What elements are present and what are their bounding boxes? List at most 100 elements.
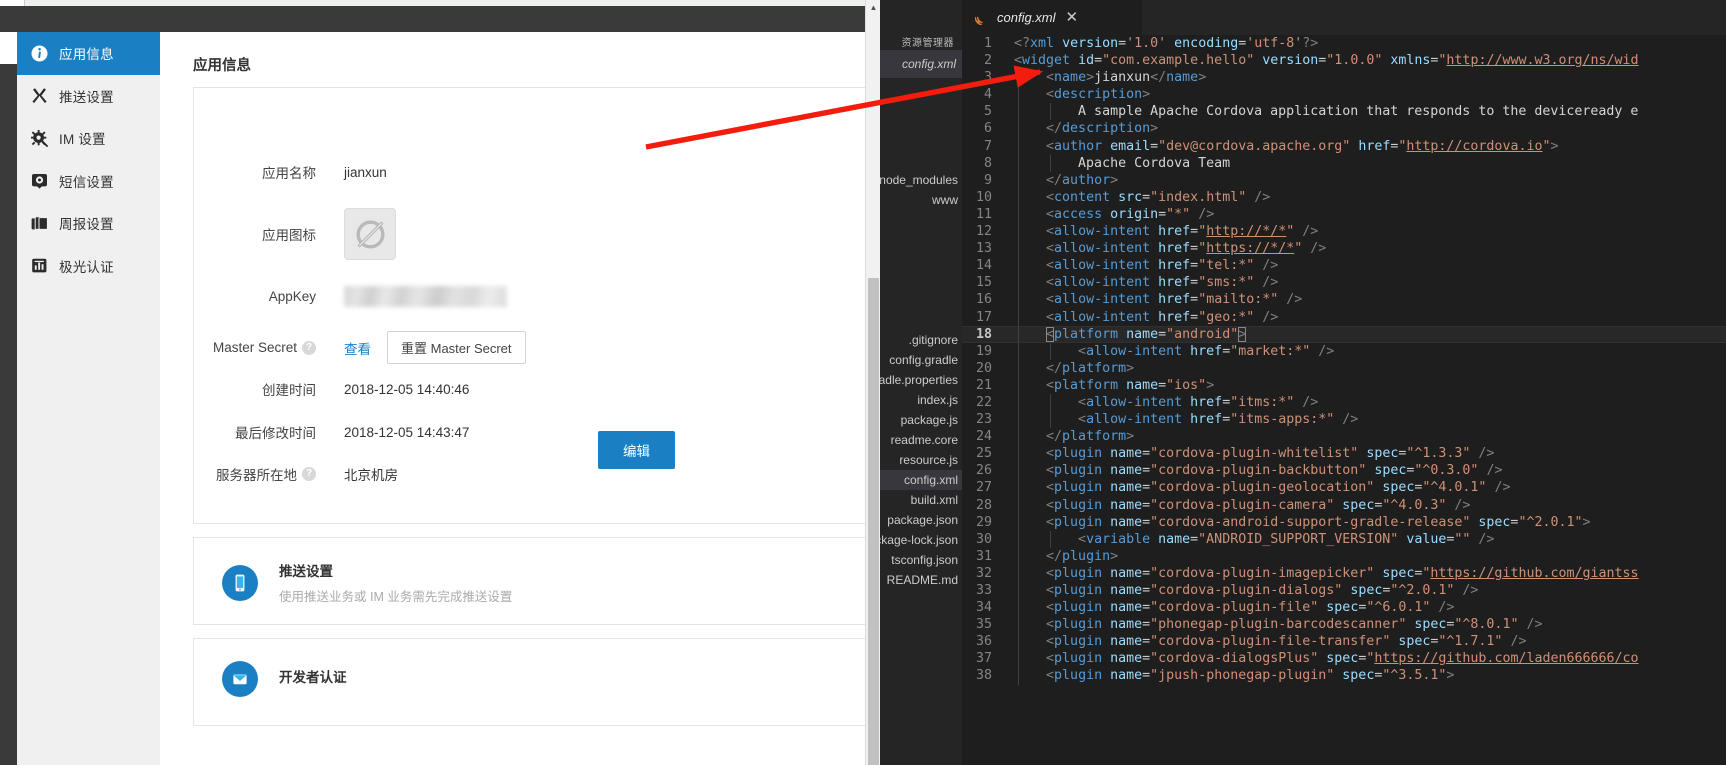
code-line[interactable]: 6 </description> — [962, 120, 1726, 138]
line-number: 23 — [975, 412, 992, 428]
code-line[interactable]: 38 <plugin name="jpush-phonegap-plugin" … — [962, 667, 1726, 685]
code-line[interactable]: 19 <allow-intent href="market:*" /> — [962, 342, 1726, 360]
line-number: 34 — [975, 600, 992, 616]
code-line[interactable]: 11 <access origin="*" /> — [962, 205, 1726, 224]
explorer-item[interactable]: readme.core — [880, 430, 962, 450]
sidebar-item-sms-settings[interactable]: 短信设置 — [17, 160, 160, 203]
code-content: <allow-intent href="tel:*" /> — [1014, 257, 1726, 275]
help-icon[interactable]: ? — [302, 467, 316, 481]
sidebar-item-weekly-report[interactable]: 周报设置 — [17, 202, 160, 245]
code-line[interactable]: 10 <content src="index.html" /> — [962, 188, 1726, 206]
line-number: 18 — [975, 326, 992, 342]
view-master-secret-link[interactable]: 查看 — [344, 338, 371, 358]
code-line[interactable]: 9 </author> — [962, 171, 1726, 189]
explorer-item[interactable]: config.gradle — [880, 350, 962, 370]
code-line[interactable]: 27 <plugin name="cordova-plugin-geolocat… — [962, 479, 1726, 497]
explorer-item[interactable]: tsconfig.json — [880, 550, 962, 570]
line-number: 10 — [975, 189, 992, 205]
field-modified-time: 最后修改时间 2018-12-05 14:43:47 — [194, 422, 469, 442]
code-line[interactable]: 35 <plugin name="phonegap-plugin-barcode… — [962, 616, 1726, 634]
explorer-item[interactable]: package-lock.json — [880, 530, 962, 550]
code-line-current[interactable]: 18 <platform name="android"> — [962, 325, 1726, 343]
info-icon — [31, 45, 48, 62]
code-line[interactable]: 14 <allow-intent href="tel:*" /> — [962, 257, 1726, 275]
explorer-item[interactable]: node_modules — [880, 170, 962, 190]
sidebar-item-push-settings[interactable]: 推送设置 — [17, 75, 160, 118]
code-line[interactable]: 33 <plugin name="cordova-plugin-dialogs"… — [962, 582, 1726, 600]
explorer-open-editor[interactable]: config.xml — [880, 50, 962, 78]
scroll-up-arrow[interactable]: ▲ — [866, 0, 880, 15]
code-line[interactable]: 13 <allow-intent href="https://*/*" /> — [962, 240, 1726, 258]
sidebar-item-im-settings[interactable]: IM 设置 — [17, 117, 160, 160]
code-line[interactable]: 22 <allow-intent href="itms:*" /> — [962, 393, 1726, 412]
code-line[interactable]: 21 <platform name="ios"> — [962, 376, 1726, 394]
code-line[interactable]: 31 </plugin> — [962, 547, 1726, 565]
app-icon-value — [344, 208, 396, 260]
code-line[interactable]: 20 </platform> — [962, 359, 1726, 377]
code-line[interactable]: 15 <allow-intent href="sms:*" /> — [962, 274, 1726, 292]
line-number: 14 — [975, 258, 992, 274]
help-icon[interactable]: ? — [302, 340, 316, 355]
code-line[interactable]: 16 <allow-intent href="mailto:*" /> — [962, 291, 1726, 309]
line-number: 27 — [975, 480, 992, 496]
code-line[interactable]: 3 <name>jianxun</name> — [962, 69, 1726, 87]
app-icon-placeholder[interactable] — [344, 208, 396, 260]
code-line[interactable]: 5 A sample Apache Cordova application th… — [962, 103, 1726, 121]
close-icon[interactable]: ✕ — [1064, 10, 1079, 25]
code-line[interactable]: 4 <description> — [962, 86, 1726, 104]
code-line[interactable]: 12 <allow-intent href="http://*/*" /> — [962, 223, 1726, 241]
field-label: 创建时间 — [262, 383, 316, 398]
scrollbar-thumb[interactable] — [868, 278, 879, 765]
explorer-item[interactable]: index.js — [880, 390, 962, 410]
field-label: 应用名称 — [262, 166, 316, 181]
explorer-item[interactable]: www — [880, 190, 962, 210]
line-number: 15 — [975, 275, 992, 291]
code-line[interactable]: 37 <plugin name="cordova-dialogsPlus" sp… — [962, 650, 1726, 668]
line-number: 32 — [975, 565, 992, 581]
code-line[interactable]: 34 <plugin name="cordova-plugin-file" sp… — [962, 599, 1726, 617]
code-line[interactable]: 29 <plugin name="cordova-android-support… — [962, 513, 1726, 531]
explorer-item[interactable]: resource.js — [880, 450, 962, 470]
line-number: 1 — [983, 36, 992, 51]
code-area[interactable]: 1 <?xml version='1.0' encoding='utf-8'?>… — [962, 35, 1726, 765]
wrench-icon — [31, 87, 48, 104]
explorer-item[interactable]: README.md — [880, 570, 962, 590]
line-number: 13 — [975, 241, 992, 257]
developer-auth-card[interactable]: 开发者认证 — [193, 638, 880, 726]
push-settings-card[interactable]: 推送设置 使用推送业务或 IM 业务需先完成推送设置 — [193, 537, 880, 625]
code-line[interactable]: 2 <widget id="com.example.hello" version… — [962, 52, 1726, 69]
code-line[interactable]: 23 <allow-intent href="itms-apps:*" /> — [962, 411, 1726, 429]
promo-subtitle: 使用推送业务或 IM 业务需先完成推送设置 — [279, 590, 513, 604]
explorer-item[interactable]: package.json — [880, 510, 962, 530]
tab-config-xml[interactable]: config.xml ✕ — [962, 0, 1142, 35]
edit-button[interactable]: 编辑 — [598, 431, 675, 469]
code-line[interactable]: 25 <plugin name="cordova-plugin-whitelis… — [962, 445, 1726, 463]
sidebar-item-label: 应用信息 — [59, 47, 114, 63]
code-line[interactable]: 36 <plugin name="cordova-plugin-file-tra… — [962, 633, 1726, 651]
sidebar-item-app-info[interactable]: 应用信息 — [17, 32, 160, 75]
code-line[interactable]: 30 <variable name="ANDROID_SUPPORT_VERSI… — [962, 530, 1726, 548]
explorer-item[interactable]: gradle.properties — [880, 370, 962, 390]
field-master-secret: Master Secret ? 查看 重置 Master Secret — [194, 331, 526, 364]
explorer-item[interactable]: .gitignore — [880, 330, 962, 350]
code-content: <plugin name="cordova-plugin-geolocation… — [1014, 479, 1726, 497]
explorer-item[interactable]: build.xml — [880, 490, 962, 510]
browser-scrollbar[interactable]: ▲ — [865, 0, 880, 765]
code-content: <allow-intent href="sms:*" /> — [1014, 274, 1726, 292]
code-line[interactable]: 24 </platform> — [962, 428, 1726, 446]
code-line[interactable]: 8 Apache Cordova Team — [962, 154, 1726, 172]
code-line[interactable]: 1 <?xml version='1.0' encoding='utf-8'?> — [962, 35, 1726, 52]
explorer-item[interactable]: package.js — [880, 410, 962, 430]
code-line[interactable]: 28 <plugin name="cordova-plugin-camera" … — [962, 496, 1726, 514]
code-line[interactable]: 7 <author email="dev@cordova.apache.org"… — [962, 137, 1726, 155]
reset-master-secret-button[interactable]: 重置 Master Secret — [387, 331, 526, 364]
code-line[interactable]: 32 <plugin name="cordova-plugin-imagepic… — [962, 564, 1726, 582]
code-content: <plugin name="cordova-dialogsPlus" spec=… — [1014, 650, 1726, 668]
line-number: 7 — [983, 138, 992, 154]
field-label: 服务器所在地 ? — [194, 464, 316, 484]
code-line[interactable]: 26 <plugin name="cordova-plugin-backbutt… — [962, 462, 1726, 480]
sidebar-item-jiguang-auth[interactable]: 极光认证 — [17, 245, 160, 288]
code-content: <content src="index.html" /> — [1014, 188, 1726, 206]
explorer-item-selected[interactable]: config.xml — [880, 470, 962, 490]
code-line[interactable]: 17 <allow-intent href="geo:*" /> — [962, 308, 1726, 326]
